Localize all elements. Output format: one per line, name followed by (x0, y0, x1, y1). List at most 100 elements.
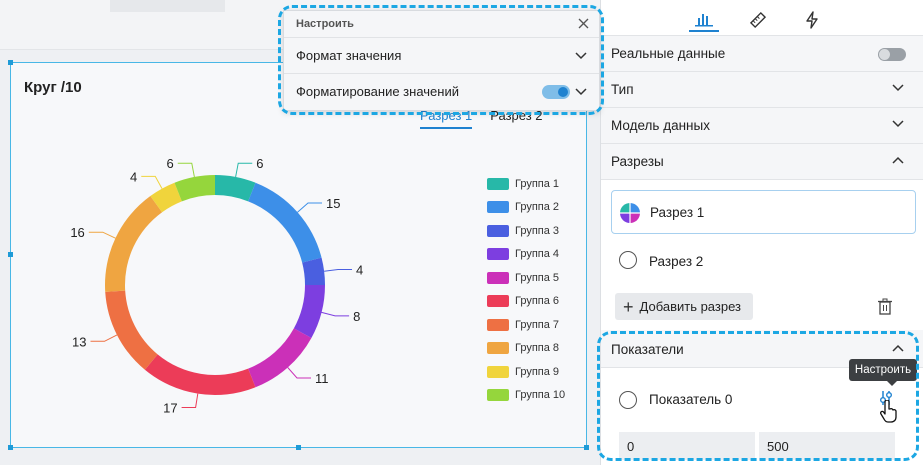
legend-item[interactable]: Группа 4 (487, 243, 565, 267)
hand-cursor-icon (880, 400, 897, 423)
legend-label: Группа 2 (515, 201, 560, 214)
value-formatting-label: Форматирование значений (296, 84, 459, 99)
donut-slice[interactable] (293, 285, 325, 338)
data-label: 4 (356, 262, 363, 277)
value-formatting-toggle[interactable] (542, 85, 570, 99)
legend-item[interactable]: Группа 8 (487, 337, 565, 361)
cut-item-1[interactable]: Разрез 1 (611, 190, 916, 234)
data-label: 16 (70, 225, 84, 240)
settings-popup: Настроить Формат значения Форматирование… (283, 10, 600, 111)
donut-slice[interactable] (215, 175, 256, 202)
real-data-row[interactable]: Реальные данные (601, 36, 923, 72)
donut-slice[interactable] (302, 257, 325, 285)
tab-chart-settings[interactable] (689, 8, 719, 32)
legend-label: Группа 3 (515, 224, 560, 237)
add-cut-label: Добавить разрез (639, 299, 741, 314)
chevron-down-icon (892, 84, 904, 92)
chart-legend: Группа 1 Группа 2 Группа 3 Группа 4 Группа 5… (487, 172, 565, 407)
ruler-icon (749, 11, 767, 29)
donut-slice[interactable] (248, 182, 322, 263)
legend-swatch (487, 295, 509, 308)
plus-icon: + (623, 296, 634, 317)
legend-label: Группа 7 (515, 318, 560, 331)
resize-handle-br[interactable] (584, 445, 589, 450)
tooltip: Настроить (849, 359, 917, 386)
data-label: 17 (163, 400, 177, 415)
donut-slice[interactable] (104, 196, 163, 292)
data-model-section[interactable]: Модель данных (601, 108, 923, 144)
donut-slice[interactable] (174, 175, 215, 202)
cut-item-2[interactable]: Разрез 2 (611, 239, 916, 283)
radio-button[interactable] (619, 251, 637, 269)
cuts-section[interactable]: Разрезы (601, 144, 923, 180)
legend-item[interactable]: Группа 2 (487, 196, 565, 220)
legend-swatch (487, 318, 509, 331)
leader-line (177, 162, 195, 178)
toolbar-segment (110, 0, 225, 12)
panel-tabs (601, 0, 923, 36)
chevron-down-icon (575, 88, 587, 96)
legend-label: Группа 8 (515, 342, 560, 355)
chevron-down-icon (575, 52, 587, 60)
chart-title: Круг /10 (24, 79, 82, 96)
legend-label: Группа 6 (515, 295, 560, 308)
legend-item[interactable]: Группа 5 (487, 266, 565, 290)
popup-title: Настроить (296, 18, 354, 30)
chevron-up-icon (892, 156, 904, 164)
leader-line (90, 334, 118, 342)
measure-max-input[interactable] (759, 432, 895, 460)
resize-handle-tl[interactable] (8, 60, 13, 65)
add-cut-button[interactable]: + Добавить разрез (615, 293, 753, 320)
leader-line (181, 393, 199, 408)
trash-icon[interactable] (878, 298, 892, 316)
type-section[interactable]: Тип (601, 72, 923, 108)
legend-swatch (487, 365, 509, 378)
settings-panel: Реальные данные Тип Модель данных Разрез… (600, 0, 923, 465)
donut-slice[interactable] (105, 290, 158, 370)
cut-label: Разрез 1 (650, 204, 705, 220)
resize-handle-l[interactable] (8, 252, 13, 257)
legend-item[interactable]: Группа 9 (487, 360, 565, 384)
resize-handle-bl[interactable] (8, 445, 13, 450)
close-icon[interactable] (578, 18, 589, 29)
data-label: 15 (326, 196, 340, 211)
measure-label: Показатель 0 (649, 392, 733, 407)
measure-item: Показатель 0 (611, 378, 916, 462)
radio-button[interactable] (619, 391, 637, 409)
value-format-label: Формат значения (296, 48, 402, 63)
legend-swatch (487, 248, 509, 261)
legend-label: Группа 5 (515, 271, 560, 284)
legend-item[interactable]: Группа 10 (487, 384, 565, 408)
chevron-up-icon (892, 344, 904, 352)
legend-item[interactable]: Группа 6 (487, 290, 565, 314)
legend-swatch (487, 177, 509, 190)
value-formatting-row[interactable]: Форматирование значений (284, 73, 599, 109)
legend-swatch (487, 342, 509, 355)
tab-slice-1[interactable]: Разрез 1 (420, 108, 473, 129)
leader-line (324, 268, 353, 272)
legend-swatch (487, 224, 509, 237)
donut-chart: 6 15 4 8 11 17 13 16 4 6 (70, 156, 363, 415)
resize-handle-b[interactable] (296, 445, 301, 450)
value-format-row[interactable]: Формат значения (284, 37, 599, 73)
tab-actions[interactable] (797, 8, 827, 32)
real-data-toggle[interactable] (878, 48, 906, 61)
data-label: 4 (130, 169, 137, 184)
leader-line (141, 175, 163, 189)
donut-slice[interactable] (144, 354, 256, 395)
measure-min-input[interactable] (619, 432, 755, 460)
lightning-icon (806, 11, 818, 29)
cuts-label: Разрезы (611, 154, 664, 169)
measures-body: Показатель 0 (601, 368, 923, 465)
leader-line (321, 311, 350, 317)
leader-line (297, 202, 323, 213)
tab-style[interactable] (743, 8, 773, 32)
pie-slice-icon (620, 203, 640, 223)
legend-item[interactable]: Группа 3 (487, 219, 565, 243)
data-label: 8 (353, 309, 360, 324)
tab-slice-2[interactable]: Разрез 2 (490, 108, 542, 129)
data-label: 6 (167, 156, 174, 171)
legend-swatch (487, 271, 509, 284)
legend-item[interactable]: Группа 1 (487, 172, 565, 196)
legend-item[interactable]: Группа 7 (487, 313, 565, 337)
